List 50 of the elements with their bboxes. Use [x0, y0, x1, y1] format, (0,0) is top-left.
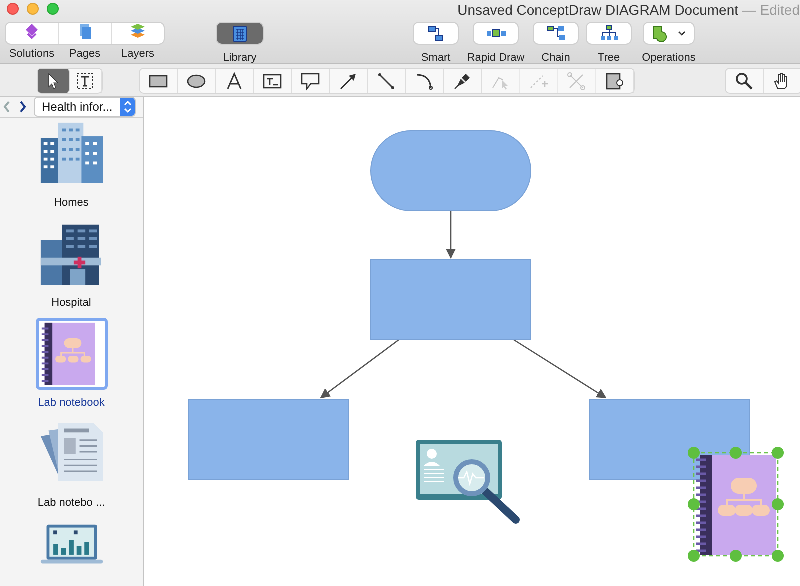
item-label: Lab notebook — [38, 397, 105, 409]
notebook-shape[interactable] — [694, 455, 776, 555]
window-title: Unsaved ConceptDraw DIAGRAM Document — [458, 2, 739, 18]
toolbar-button[interactable] — [644, 23, 694, 44]
callout-icon — [301, 72, 320, 90]
toolbar-label: Solutions — [9, 48, 55, 60]
arrow-icon — [339, 72, 358, 90]
close-button[interactable] — [7, 3, 19, 15]
toolbar-label: Rapid Draw — [467, 52, 525, 64]
medical-record-icon[interactable] — [416, 440, 520, 524]
item-label: Hospital — [52, 297, 92, 309]
toolbar-label: Layers — [121, 48, 155, 60]
search-icon — [735, 72, 754, 90]
chain-icon — [546, 25, 566, 42]
toolbar-label: Smart — [421, 52, 451, 64]
library-button[interactable] — [217, 23, 263, 44]
textbox-icon — [263, 72, 282, 90]
item-label: Homes — [54, 197, 89, 209]
text-tool-icon — [76, 72, 95, 90]
scissors-icon — [567, 72, 586, 90]
text-icon — [225, 72, 244, 90]
chevron-right-icon — [19, 101, 27, 113]
connector-icon — [426, 25, 446, 42]
arc-icon — [415, 72, 434, 90]
toolbar-button[interactable] — [474, 23, 518, 44]
toolbar-label: Library — [223, 52, 257, 64]
chevron-left-icon — [3, 101, 11, 113]
item-label: Lab notebo ... — [38, 497, 106, 509]
connector-arrow — [446, 210, 456, 259]
tree-icon — [600, 25, 618, 42]
library-icon — [233, 26, 247, 42]
toolbar-button[interactable] — [414, 23, 458, 44]
toolbar-label: Operations — [642, 52, 696, 64]
toolbar-label: Tree — [598, 52, 620, 64]
selection-handles[interactable] — [688, 447, 784, 562]
toolbar-button[interactable] — [587, 23, 631, 44]
insert-shape-icon — [605, 72, 624, 90]
line-icon — [377, 72, 396, 90]
library-item[interactable] — [36, 318, 108, 390]
chevron-down-icon — [676, 30, 686, 38]
stepper-icon — [122, 100, 132, 114]
layers-icon — [129, 23, 147, 40]
edited-status: — Edited — [742, 2, 800, 18]
library-dropdown[interactable]: Health infor... — [34, 97, 136, 117]
toolbar-label: Chain — [542, 52, 570, 64]
toolbar-button[interactable] — [534, 23, 578, 44]
toolbar-label: Pages — [69, 48, 101, 60]
zoom-button[interactable] — [47, 3, 59, 15]
pen-icon — [453, 72, 472, 90]
tool-button[interactable] — [38, 69, 70, 93]
